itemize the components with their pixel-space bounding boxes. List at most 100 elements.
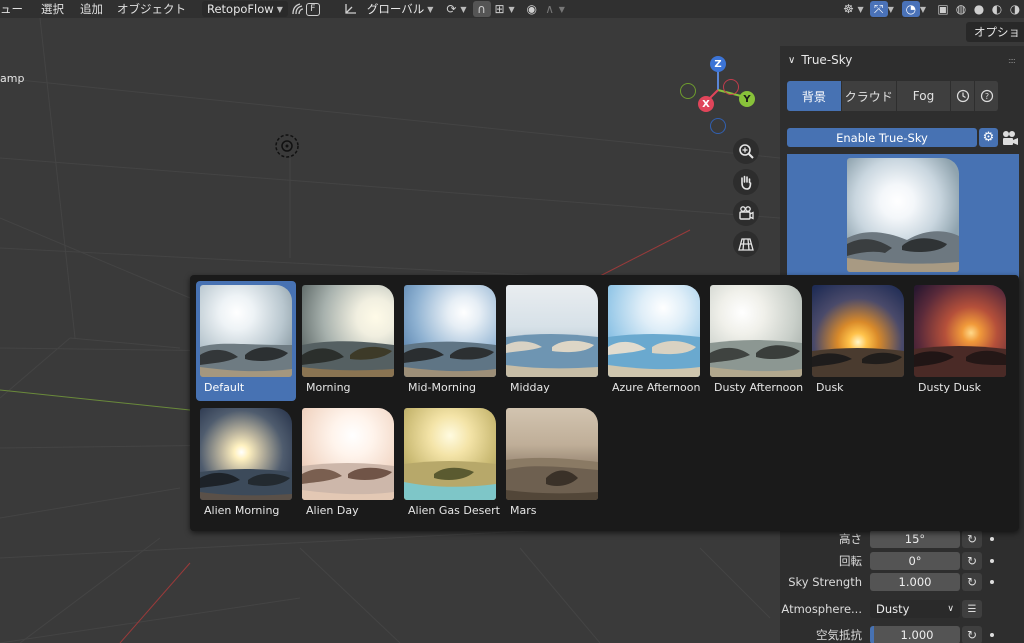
- tab-fog[interactable]: Fog: [896, 81, 952, 111]
- menu-object[interactable]: オブジェクト: [117, 1, 186, 17]
- preset-azure-afternoon[interactable]: Azure Afternoon: [604, 281, 704, 401]
- preset-alien-morning[interactable]: Alien Morning: [196, 404, 296, 524]
- menu-select[interactable]: 選択: [41, 1, 64, 17]
- keyframe-dot-icon[interactable]: [990, 580, 994, 584]
- tab-time[interactable]: [951, 81, 976, 111]
- retopoflow-dropdown[interactable]: RetopoFlow ▼: [202, 1, 288, 17]
- height-field[interactable]: 15°: [870, 530, 960, 548]
- transform-orientation-icon[interactable]: [342, 1, 360, 17]
- shading-rendered-icon[interactable]: ◑: [1006, 1, 1024, 17]
- light-empty-icon[interactable]: [275, 134, 299, 158]
- xray-icon[interactable]: ▣: [934, 1, 952, 17]
- air-resistance-field[interactable]: 1.000: [870, 626, 960, 643]
- gizmo-neg-y[interactable]: [680, 83, 696, 99]
- prop-sky-strength-row: Sky Strength 1.000 ↻: [780, 572, 1024, 592]
- preset-thumbnail: [302, 285, 394, 377]
- transform-dropdown[interactable]: グローバル ▼: [362, 1, 439, 17]
- keyframe-dot-icon[interactable]: [990, 537, 994, 541]
- panel-header[interactable]: ∨ True-Sky: [788, 53, 852, 67]
- preset-thumbnail: [506, 285, 598, 377]
- preset-mars[interactable]: Mars: [502, 404, 602, 524]
- shading-wireframe-icon[interactable]: ◍: [952, 1, 970, 17]
- prop-atmosphere-row: Atmosphere... Dusty ∨ ☰: [780, 599, 1024, 619]
- preset-thumbnail: [608, 285, 700, 377]
- sky-preview[interactable]: [787, 154, 1019, 284]
- preset-dusty-afternoon[interactable]: Dusty Afternoon: [706, 281, 806, 401]
- reset-icon[interactable]: ↻: [962, 530, 982, 548]
- chevron-down-icon: ∨: [947, 604, 954, 614]
- navigation-gizmo[interactable]: Z Y X: [676, 54, 762, 140]
- chevron-down-icon: ▼: [460, 4, 467, 14]
- retopo-arcs-icon[interactable]: [288, 1, 306, 17]
- preset-label: Morning: [306, 381, 351, 394]
- rotation-field[interactable]: 0°: [870, 552, 960, 570]
- prop-height-row: 高さ 15° ↻: [780, 529, 1024, 549]
- falloff-icon[interactable]: ∧: [541, 1, 559, 17]
- prop-height-label: 高さ: [839, 532, 862, 546]
- shading-solid-icon[interactable]: ●: [970, 1, 988, 17]
- preset-thumbnail: [710, 285, 802, 377]
- gizmo-neg-x[interactable]: [723, 79, 739, 95]
- reset-icon[interactable]: ↻: [962, 552, 982, 570]
- preset-morning[interactable]: Morning: [298, 281, 398, 401]
- chevron-down-icon: ▼: [276, 4, 283, 14]
- gizmo-x[interactable]: X: [698, 96, 714, 112]
- menu-add[interactable]: 追加: [80, 1, 103, 17]
- preset-thumbnail: [812, 285, 904, 377]
- drag-handle-icon[interactable]: ::::: [1008, 56, 1016, 65]
- reset-icon[interactable]: ↻: [962, 626, 982, 643]
- reset-icon[interactable]: ↻: [962, 573, 982, 591]
- perspective-grid-icon[interactable]: [733, 231, 759, 257]
- gizmo-neg-z[interactable]: [710, 118, 726, 134]
- tab-cloud[interactable]: クラウド: [841, 81, 897, 111]
- f-key-badge[interactable]: F: [305, 2, 320, 16]
- prop-air-resistance-label: 空気抵抗: [816, 628, 862, 642]
- gear-icon[interactable]: ⚙: [979, 128, 998, 147]
- options-button[interactable]: オプション: [966, 22, 1024, 59]
- chevron-down-icon: ▼: [558, 4, 565, 14]
- visibility-icon[interactable]: ☸: [840, 1, 858, 17]
- preset-default[interactable]: Default: [196, 281, 296, 401]
- proportional-edit-icon[interactable]: ◉: [523, 1, 541, 17]
- preset-midday[interactable]: Midday: [502, 281, 602, 401]
- preset-dusty-dusk[interactable]: Dusty Dusk: [910, 281, 1010, 401]
- snap-increment-icon[interactable]: ⊞: [491, 1, 509, 17]
- overlays-icon[interactable]: ◔: [901, 1, 920, 17]
- list-add-icon[interactable]: ☰: [962, 600, 982, 618]
- keyframe-dot-icon[interactable]: [990, 633, 994, 637]
- preset-label: Alien Morning: [204, 504, 280, 517]
- preset-thumbnail: [200, 408, 292, 500]
- preset-alien-day[interactable]: Alien Day: [298, 404, 398, 524]
- preset-thumbnail: [302, 408, 394, 500]
- prop-air-resistance-row: 空気抵抗 1.000 ↻: [780, 625, 1024, 643]
- preset-mid-morning[interactable]: Mid-Morning: [400, 281, 500, 401]
- pivot-icon[interactable]: ⟳: [442, 1, 460, 17]
- zoom-icon[interactable]: [733, 138, 759, 164]
- prop-rotation-label: 回転: [839, 554, 862, 568]
- tab-help[interactable]: ?: [975, 81, 999, 111]
- tab-background[interactable]: 背景: [787, 81, 842, 111]
- chevron-down-icon: ▼: [887, 4, 894, 14]
- prop-atmosphere-label: Atmosphere...: [781, 602, 862, 616]
- gizmo-z[interactable]: Z: [710, 56, 726, 72]
- atmosphere-value: Dusty: [876, 602, 910, 616]
- sky-tabs: 背景 クラウド Fog ?: [787, 81, 999, 111]
- chevron-down-icon: ▼: [427, 4, 434, 14]
- help-icon: ?: [980, 89, 993, 103]
- render-camera-icon[interactable]: [999, 128, 1021, 147]
- keyframe-dot-icon[interactable]: [990, 559, 994, 563]
- camera-view-icon[interactable]: [733, 200, 759, 226]
- snap-magnet-icon[interactable]: ∩: [472, 1, 491, 17]
- preset-dusk[interactable]: Dusk: [808, 281, 908, 401]
- sky-strength-field[interactable]: 1.000: [870, 573, 960, 591]
- enable-true-sky-button[interactable]: Enable True-Sky: [787, 128, 977, 147]
- preset-label: Alien Day: [306, 504, 359, 517]
- menu-view[interactable]: ュー: [0, 1, 23, 17]
- pan-hand-icon[interactable]: [733, 169, 759, 195]
- atmosphere-dropdown[interactable]: Dusty ∨: [870, 600, 960, 618]
- shading-material-icon[interactable]: ◐: [988, 1, 1006, 17]
- gizmo-toggle-icon[interactable]: ⤧: [869, 1, 888, 17]
- gizmo-y[interactable]: Y: [739, 91, 755, 107]
- preset-thumbnail: [404, 408, 496, 500]
- preset-alien-gas-desert[interactable]: Alien Gas Desert: [400, 404, 500, 524]
